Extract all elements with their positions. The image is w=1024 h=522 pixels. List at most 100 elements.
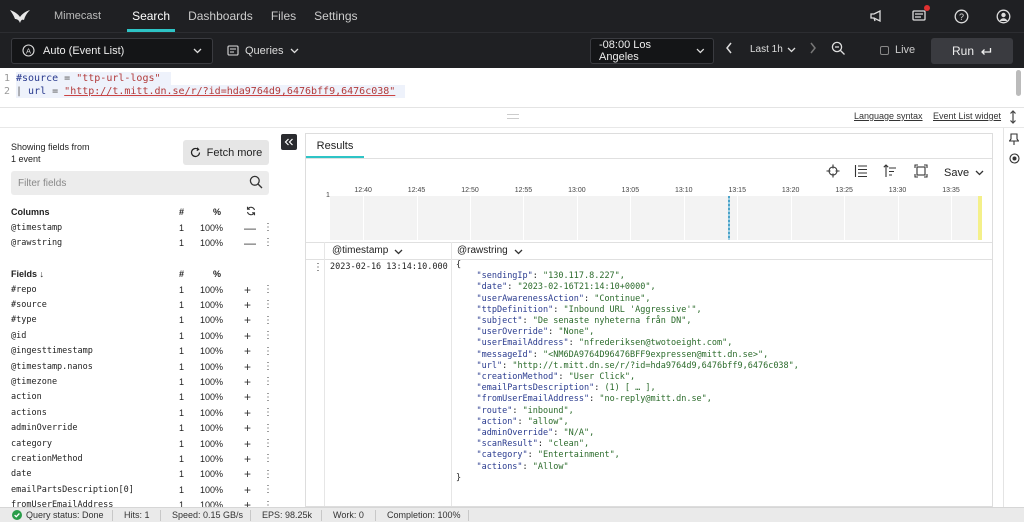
add-column-icon[interactable]: + [244,375,251,389]
timeline-plot[interactable] [330,196,982,240]
field-menu-icon[interactable]: ⋮ [263,237,273,248]
add-column-icon[interactable]: + [244,313,251,327]
field-row[interactable]: date 1 100% + ⋮ [11,467,273,482]
run-button[interactable]: Run [931,38,1013,64]
field-menu-icon[interactable]: ⋮ [263,392,273,403]
field-row[interactable]: @timestamp 1 100% — ⋮ [11,220,273,235]
field-name[interactable]: @ingesttimestamp [11,346,93,356]
timezone-select[interactable]: -08:00 Los Angeles [590,38,714,64]
tab-files[interactable]: Files [262,0,305,32]
add-column-icon[interactable]: + [244,390,251,404]
field-row[interactable]: fromUserEmailAddress 1 100% + ⋮ [11,498,273,507]
language-syntax-link[interactable]: Language syntax [854,111,923,121]
add-column-icon[interactable]: + [244,283,251,297]
pin-icon[interactable] [1008,133,1020,148]
reset-columns-icon[interactable] [246,206,256,218]
add-column-icon[interactable]: + [244,467,251,481]
field-menu-icon[interactable]: ⋮ [263,284,273,295]
field-name[interactable]: #source [11,300,47,310]
help-icon[interactable]: ? [952,7,970,25]
repository-select[interactable]: A Auto (Event List) [11,37,213,64]
falcon-logo-icon[interactable] [0,0,40,32]
field-menu-icon[interactable]: ⋮ [263,407,273,418]
field-menu-icon[interactable]: ⋮ [263,222,273,233]
column-timestamp-header[interactable]: @timestamp [332,245,403,256]
field-name[interactable]: category [11,439,52,449]
resize-handle[interactable] [507,114,519,119]
tab-dashboards[interactable]: Dashboards [179,0,262,32]
fetch-more-button[interactable]: Fetch more [183,140,269,165]
field-row[interactable]: actions 1 100% + ⋮ [11,405,273,420]
editor-scrollbar[interactable] [1016,70,1021,96]
field-name[interactable]: @timezone [11,377,57,387]
sort-icon[interactable] [883,164,897,178]
add-column-icon[interactable]: + [244,452,251,466]
time-range-select[interactable]: Last 1h [750,44,796,55]
field-row[interactable]: @rawstring 1 100% — ⋮ [11,235,273,250]
save-button[interactable]: Save [944,167,984,179]
add-column-icon[interactable]: + [244,421,251,435]
column-layout-icon[interactable] [854,164,868,178]
notifications-icon[interactable] [910,5,930,25]
add-column-icon[interactable]: + [244,344,251,358]
field-menu-icon[interactable]: ⋮ [263,361,273,372]
field-row[interactable]: action 1 100% + ⋮ [11,390,273,405]
previous-range-icon[interactable] [725,42,733,57]
inspect-icon[interactable] [1009,153,1020,167]
event-timeline[interactable]: 12:40 12:45 12:50 12:55 13:00 13:05 13:10 13:15… [306,184,992,242]
field-row[interactable]: creationMethod 1 100% + ⋮ [11,451,273,466]
field-menu-icon[interactable]: ⋮ [263,330,273,341]
live-checkbox[interactable] [880,45,889,55]
add-column-icon[interactable]: + [244,329,251,343]
field-name[interactable]: adminOverride [11,423,78,433]
next-range-icon[interactable] [809,42,817,57]
field-menu-icon[interactable]: ⋮ [263,453,273,464]
fullscreen-icon[interactable] [914,164,928,178]
remove-column-icon[interactable]: — [244,221,256,235]
field-menu-icon[interactable]: ⋮ [263,423,273,434]
field-menu-icon[interactable]: ⋮ [263,315,273,326]
add-column-icon[interactable]: + [244,498,251,507]
user-icon[interactable] [994,7,1012,25]
field-menu-icon[interactable]: ⋮ [263,469,273,480]
add-column-icon[interactable]: + [244,298,251,312]
field-name[interactable]: action [11,392,42,402]
field-menu-icon[interactable]: ⋮ [263,376,273,387]
field-row[interactable]: @ingesttimestamp 1 100% + ⋮ [11,344,273,359]
field-row[interactable]: @timezone 1 100% + ⋮ [11,374,273,389]
field-name[interactable]: @timestamp [11,223,62,233]
filter-fields-input[interactable]: Filter fields [11,171,269,195]
tab-search[interactable]: Search [123,0,179,32]
add-column-icon[interactable]: + [244,360,251,374]
field-name[interactable]: emailPartsDescription[0] [11,485,134,495]
add-column-icon[interactable]: + [244,437,251,451]
crosshair-icon[interactable] [826,164,840,178]
field-menu-icon[interactable]: ⋮ [263,299,273,310]
queries-button[interactable]: Queries [227,45,299,57]
field-row[interactable]: #source 1 100% + ⋮ [11,297,273,312]
field-menu-icon[interactable]: ⋮ [263,438,273,449]
field-row[interactable]: category 1 100% + ⋮ [11,436,273,451]
field-row[interactable]: @timestamp.nanos 1 100% + ⋮ [11,359,273,374]
add-column-icon[interactable]: + [244,483,251,497]
field-row[interactable]: #type 1 100% + ⋮ [11,313,273,328]
field-menu-icon[interactable]: ⋮ [263,500,273,507]
field-name[interactable]: @rawstring [11,238,62,248]
event-list-widget-link[interactable]: Event List widget [933,111,1001,121]
field-menu-icon[interactable]: ⋮ [263,484,273,495]
timeline-event-bar[interactable] [728,196,731,240]
query-editor[interactable]: 1 #source = "ttp-url-logs" 2 | url = "ht… [0,68,1024,108]
field-name[interactable]: #repo [11,285,37,295]
field-menu-icon[interactable]: ⋮ [263,346,273,357]
field-name[interactable]: actions [11,408,47,418]
zoom-out-icon[interactable] [831,41,846,59]
field-name[interactable]: @timestamp.nanos [11,362,93,372]
field-name[interactable]: date [11,469,31,479]
expand-editor-icon[interactable] [1009,110,1017,127]
add-column-icon[interactable]: + [244,406,251,420]
field-name[interactable]: creationMethod [11,454,83,464]
live-toggle[interactable]: Live [880,44,915,56]
remove-column-icon[interactable]: — [244,236,256,250]
field-name[interactable]: #type [11,315,37,325]
megaphone-icon[interactable] [868,7,886,25]
